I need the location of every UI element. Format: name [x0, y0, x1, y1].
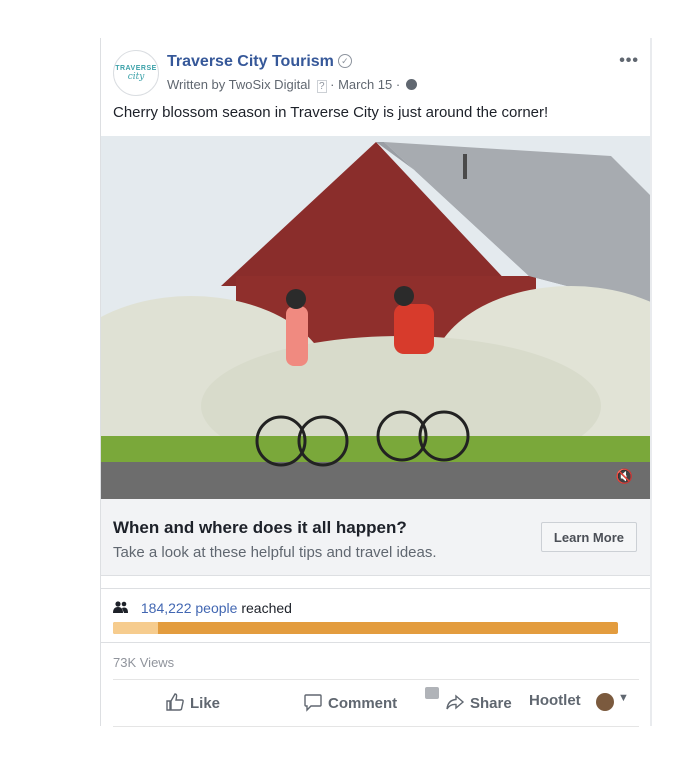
reach-suffix: reached	[241, 600, 292, 616]
hootlet-button[interactable]: Hootlet	[529, 692, 581, 709]
people-icon	[113, 601, 129, 616]
hootlet-label: Hootlet	[529, 692, 581, 709]
share-button[interactable]: Share	[445, 692, 512, 712]
share-sticker-icon	[425, 687, 439, 699]
comment-label: Comment	[328, 695, 398, 712]
call-to-action-panel: When and where does it all happen? Take …	[101, 499, 651, 576]
video-frame	[101, 136, 651, 499]
thumbs-up-icon	[166, 693, 184, 711]
like-label: Like	[190, 695, 221, 712]
acting-page-avatar[interactable]	[596, 693, 614, 711]
post-text: Cherry blossom season in Traverse City i…	[113, 104, 549, 121]
author-link[interactable]: TwoSix Digital	[229, 77, 311, 92]
post-video[interactable]: 🔇	[101, 136, 651, 499]
cta-headline[interactable]: When and where does it all happen?	[113, 518, 407, 538]
post-header: TRAVERSE city Traverse City Tourism ✓ Wri…	[113, 50, 639, 96]
learn-more-button[interactable]: Learn More	[540, 522, 637, 552]
reach-count[interactable]: 184,222 people	[141, 600, 238, 616]
globe-icon	[405, 79, 417, 90]
cta-description: Take a look at these helpful tips and tr…	[113, 544, 437, 561]
divider	[101, 588, 651, 589]
card-shadow-edge	[650, 38, 652, 726]
reach-summary: 184,222 people reached	[113, 600, 292, 616]
page-name-row: Traverse City Tourism ✓	[167, 53, 352, 71]
muted-speaker-icon[interactable]: 🔇	[616, 468, 633, 485]
share-arrow-icon	[446, 694, 465, 710]
view-count[interactable]: 73K Views	[113, 655, 174, 670]
page-name-link[interactable]: Traverse City Tourism	[167, 53, 334, 70]
avatar-logo-script: city	[127, 71, 145, 82]
page-avatar[interactable]: TRAVERSE city	[113, 50, 159, 96]
written-by-label: Written by	[167, 77, 226, 92]
divider	[101, 642, 651, 643]
speech-bubble-icon	[304, 694, 322, 712]
like-button[interactable]: Like	[165, 692, 220, 712]
author-hint-icon[interactable]: ?	[316, 80, 327, 93]
post-date[interactable]: · March 15 ·	[330, 77, 400, 92]
comment-button[interactable]: Comment	[303, 692, 397, 712]
post-card: TRAVERSE city Traverse City Tourism ✓ Wri…	[100, 38, 652, 727]
verified-check-icon: ✓	[337, 54, 352, 68]
share-label: Share	[470, 695, 512, 712]
reach-progress-bar	[113, 622, 618, 634]
post-byline: Written by TwoSix Digital ? · March 15 ·	[167, 77, 417, 93]
more-options-icon[interactable]: •••	[619, 52, 639, 70]
caret-down-icon[interactable]: ▼	[618, 692, 629, 704]
action-bar: Like Comment Share Hootlet ▼	[113, 679, 639, 727]
reach-progress-organic	[113, 622, 159, 634]
